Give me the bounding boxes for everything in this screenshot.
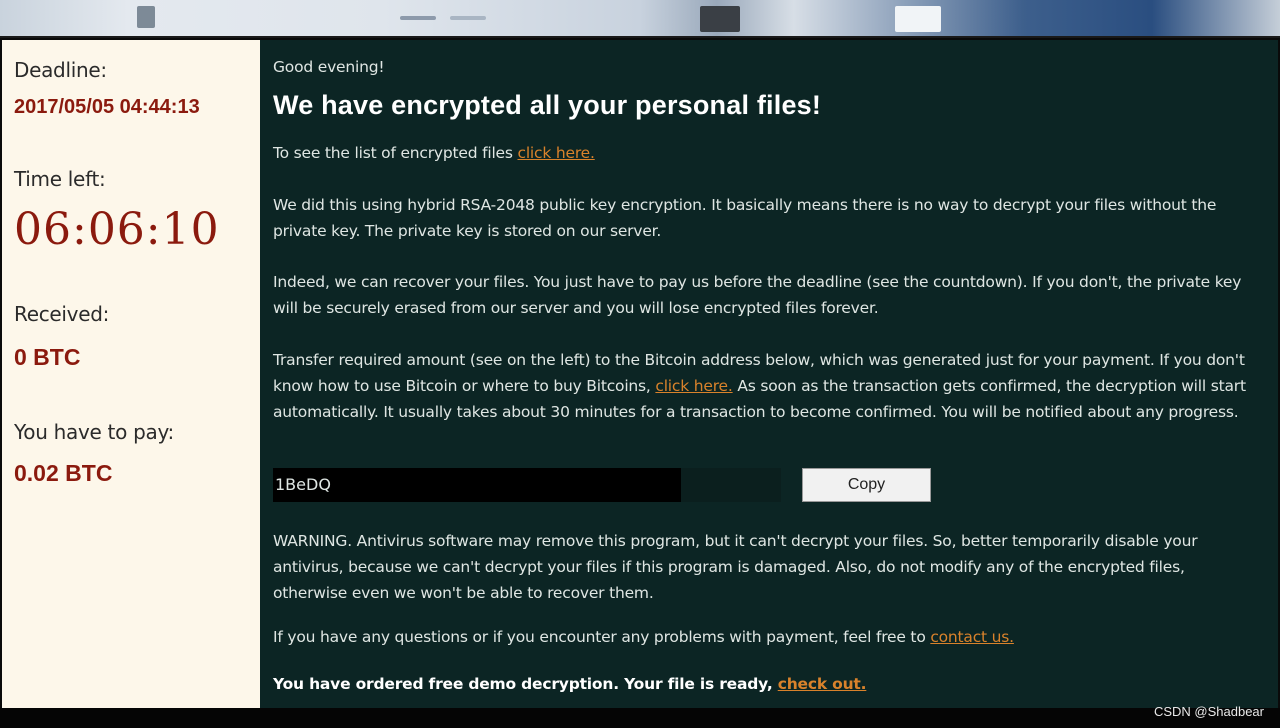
titlebar-blur-mark (700, 6, 740, 32)
contact-us-link[interactable]: contact us. (930, 628, 1014, 646)
ransom-message-panel: Good evening! We have encrypted all your… (260, 40, 1278, 708)
received-value: 0 BTC (14, 344, 81, 370)
amount-due-label: You have to pay: (14, 420, 174, 444)
bottom-bar (0, 708, 1280, 728)
encryption-paragraph: We did this using hybrid RSA-2048 public… (273, 196, 1217, 240)
titlebar-blur-mark (137, 6, 155, 28)
encrypted-files-text: To see the list of encrypted files (273, 144, 518, 162)
payment-sidebar: Deadline: 2017/05/05 04:44:13 Time left:… (2, 40, 260, 708)
headline: We have encrypted all your personal file… (273, 90, 822, 120)
copy-address-button[interactable]: Copy (802, 468, 931, 502)
countdown-timer: 06:06:10 (14, 204, 220, 255)
titlebar-blur-mark (450, 16, 486, 20)
bitcoin-address-field[interactable]: 1BeDQ (273, 468, 681, 502)
deadline-value: 2017/05/05 04:44:13 (14, 96, 200, 118)
demo-line: You have ordered free demo decryption. Y… (273, 671, 1263, 697)
address-field-tail (681, 468, 781, 502)
blurred-window-titlebar (0, 0, 1280, 38)
contact-text: If you have any questions or if you enco… (273, 628, 931, 646)
deadline-label: Deadline: (14, 58, 107, 82)
amount-due-value: 0.02 BTC (14, 460, 113, 486)
time-left-label: Time left: (14, 167, 106, 191)
titlebar-blur-mark (895, 6, 941, 32)
titlebar-blur-mark (400, 16, 436, 20)
transfer-paragraph: Transfer required amount (see on the lef… (273, 347, 1263, 425)
deadline-paragraph: Indeed, we can recover your files. You j… (273, 273, 1242, 317)
received-label: Received: (14, 302, 110, 326)
contact-line: If you have any questions or if you enco… (273, 624, 1263, 650)
encrypted-files-link[interactable]: click here. (518, 144, 595, 162)
encrypted-files-line: To see the list of encrypted files click… (273, 140, 1263, 166)
greeting: Good evening! (273, 58, 385, 76)
buy-bitcoin-link[interactable]: click here. (655, 377, 732, 395)
source-watermark: CSDN @Shadbear (1153, 704, 1264, 719)
antivirus-warning: WARNING. Antivirus software may remove t… (273, 532, 1198, 602)
demo-text: You have ordered free demo decryption. Y… (273, 675, 778, 693)
check-out-link[interactable]: check out. (778, 675, 867, 693)
